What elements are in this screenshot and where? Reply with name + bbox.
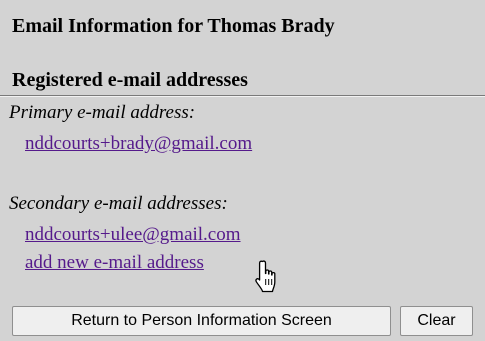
hand-pointer-icon <box>255 260 276 293</box>
registered-emails-heading: Registered e-mail addresses <box>12 69 248 91</box>
secondary-email-label: Secondary e-mail addresses: <box>9 193 228 214</box>
section-divider <box>0 95 485 97</box>
primary-email-link[interactable]: nddcourts+brady@gmail.com <box>25 133 252 155</box>
primary-email-label: Primary e-mail address: <box>9 102 196 123</box>
secondary-email-link[interactable]: nddcourts+ulee@gmail.com <box>25 224 241 246</box>
page-title: Email Information for Thomas Brady <box>12 15 335 37</box>
return-to-person-info-button[interactable]: Return to Person Information Screen <box>12 306 391 336</box>
clear-button[interactable]: Clear <box>400 306 473 336</box>
add-new-email-link[interactable]: add new e-mail address <box>25 252 204 274</box>
